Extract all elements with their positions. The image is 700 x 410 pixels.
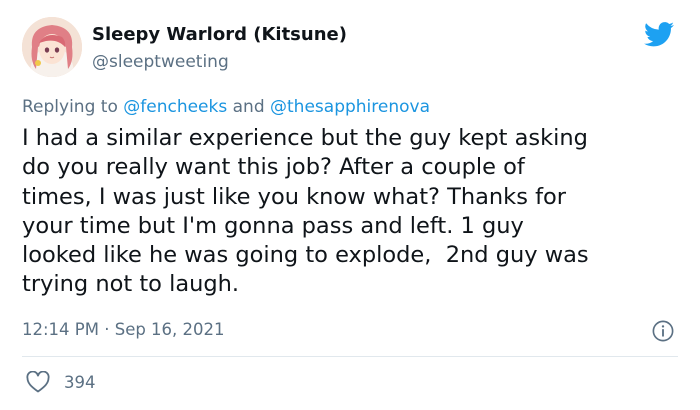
- like-count: 394: [64, 372, 96, 392]
- info-icon[interactable]: [652, 320, 674, 342]
- tweet-text: I had a similar experience but the guy k…: [22, 125, 589, 298]
- replying-to-label: Replying to: [22, 97, 124, 117]
- heart-icon[interactable]: [26, 371, 50, 393]
- twitter-bird-icon[interactable]: [644, 22, 674, 47]
- replying-to-line: Replying to @fencheeks and @thesapphiren…: [22, 97, 430, 117]
- divider: [22, 356, 678, 357]
- author-name[interactable]: Sleepy Warlord (Kitsune): [92, 24, 347, 45]
- mention-link-thesapphirenova[interactable]: @thesapphirenova: [270, 97, 430, 117]
- like-action[interactable]: 394: [26, 371, 96, 393]
- author-handle[interactable]: @sleeptweeting: [92, 52, 229, 72]
- avatar-image: [22, 17, 82, 77]
- replying-to-joiner: and: [227, 97, 271, 117]
- mention-link-fencheeks[interactable]: @fencheeks: [123, 97, 227, 117]
- tweet-timestamp[interactable]: 12:14 PM · Sep 16, 2021: [22, 320, 225, 339]
- avatar[interactable]: [22, 17, 82, 77]
